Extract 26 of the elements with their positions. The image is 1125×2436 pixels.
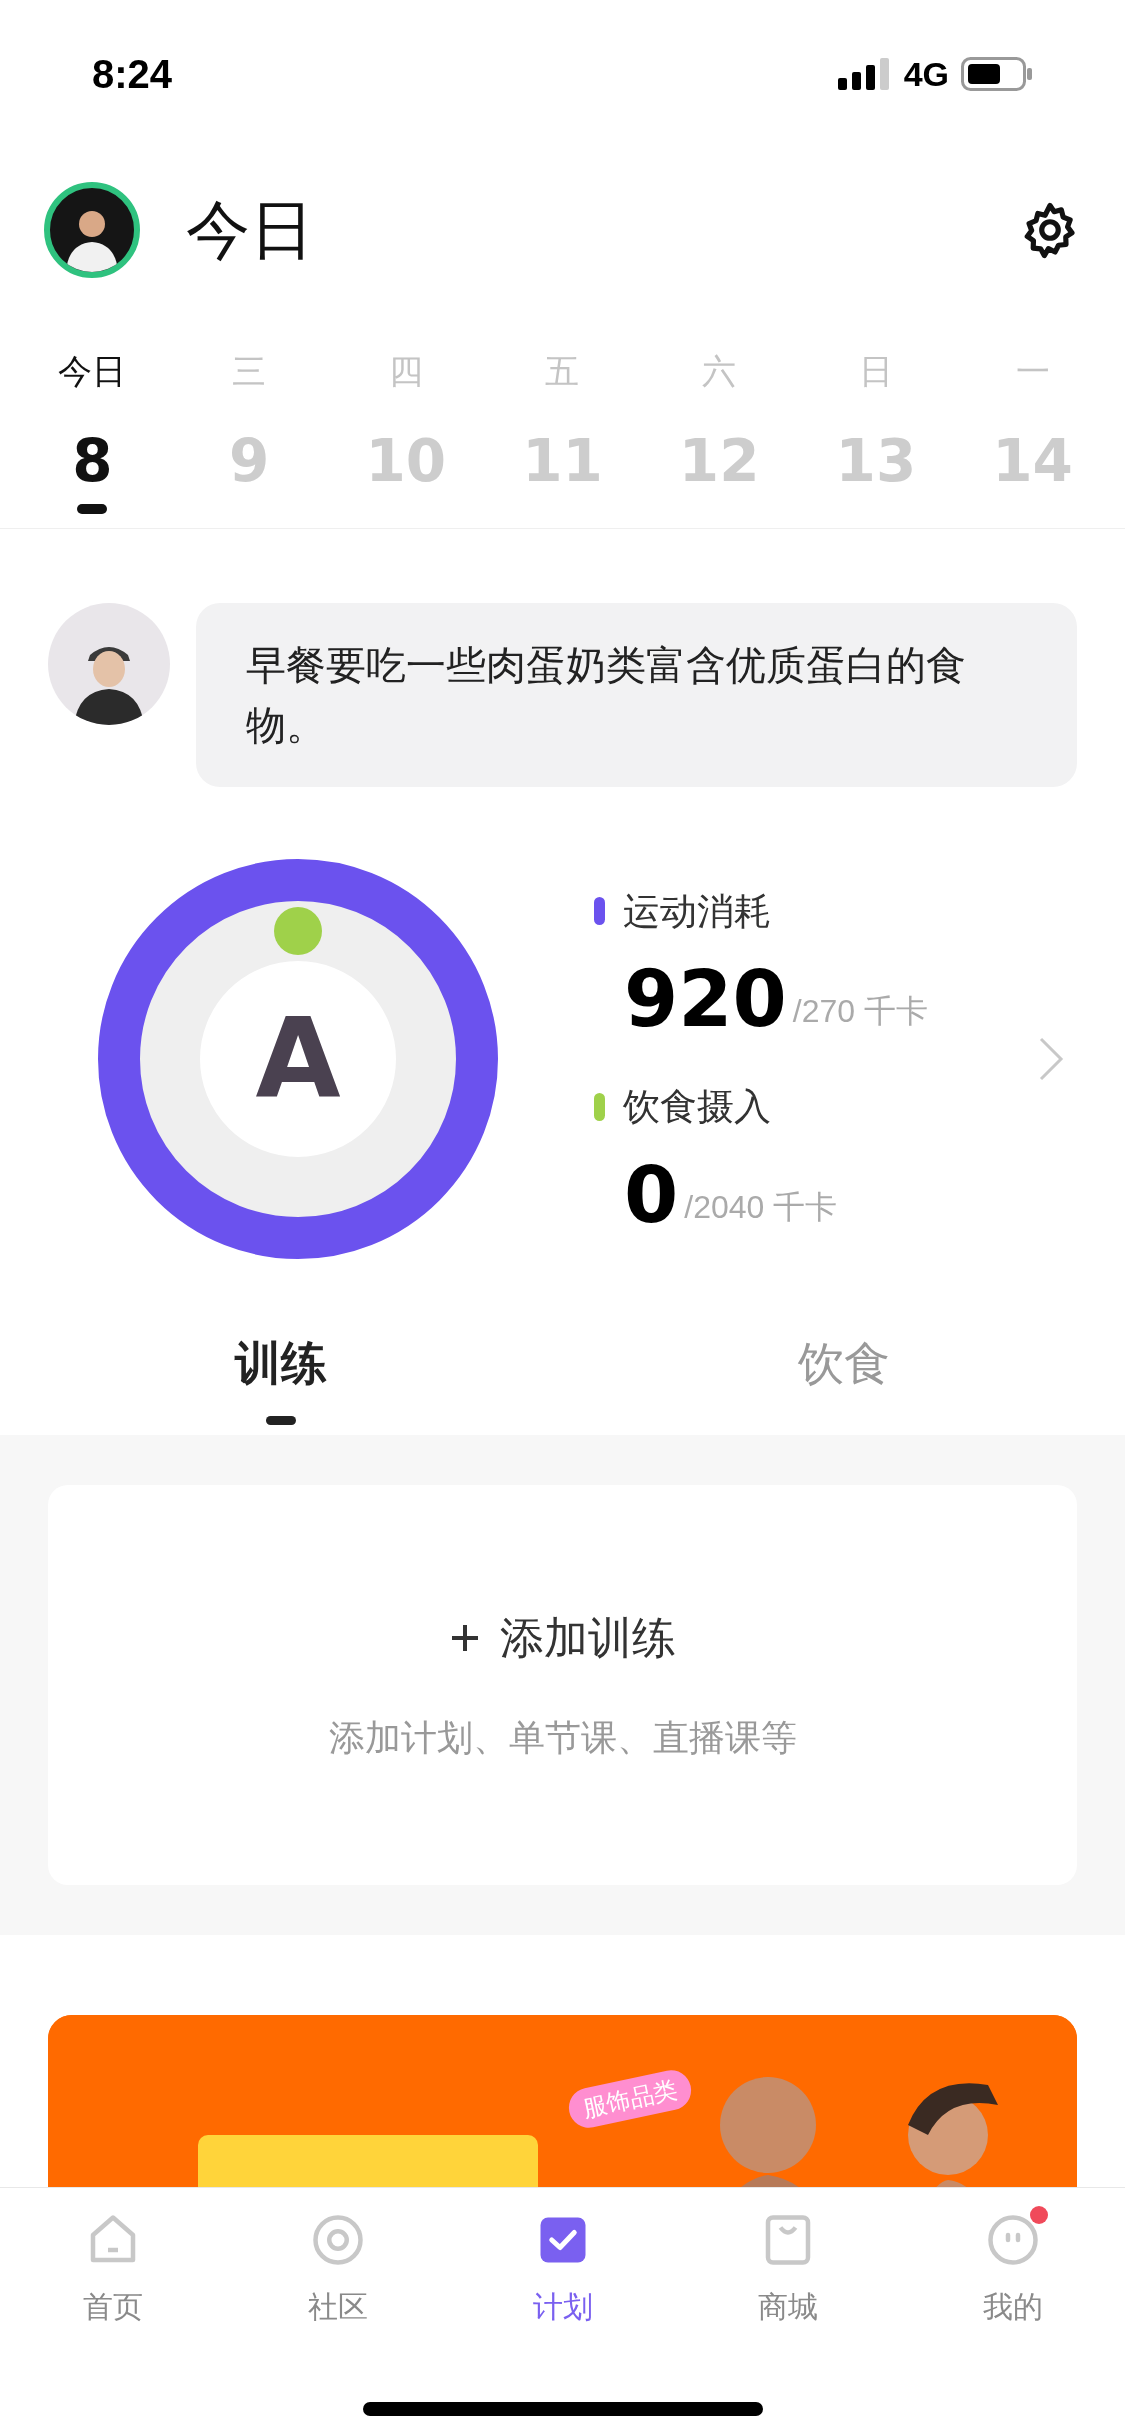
section-tab[interactable]: 训练: [0, 1329, 563, 1425]
nav-tab[interactable]: 首页: [0, 2210, 225, 2329]
battery-icon: [961, 57, 1033, 91]
nav-tab[interactable]: 商城: [675, 2210, 900, 2329]
grade-letter: A: [255, 993, 341, 1125]
page-title: 今日: [186, 193, 314, 268]
status-time: 8:24: [92, 51, 173, 98]
training-card[interactable]: 添加训练 添加计划、单节课、直播课等: [48, 1485, 1077, 1885]
section-tab[interactable]: 饮食: [562, 1329, 1125, 1425]
add-training-label: 添加训练: [499, 1612, 676, 1664]
date-tab[interactable]: 今日 8: [14, 346, 171, 514]
signal-icon: [837, 58, 892, 90]
plus-icon: [449, 1623, 480, 1653]
stat-label: 运动消耗: [623, 889, 771, 934]
nav-tab[interactable]: 计划: [450, 2210, 675, 2329]
network-label: 4G: [903, 53, 949, 95]
stat-target: /270 千卡: [792, 992, 928, 1031]
stat-value: 0: [624, 1154, 679, 1235]
nav-tab[interactable]: 社区: [225, 2210, 450, 2329]
stat-label: 饮食摄入: [623, 1085, 771, 1129]
nav-tab[interactable]: 我的: [900, 2210, 1125, 2329]
stat-target: /2040 千卡: [684, 1187, 838, 1227]
diet-dot: [274, 907, 322, 955]
tip-bubble: 早餐要吃一些肉蛋奶类富含优质蛋白的食物。: [196, 603, 1077, 787]
stat-value: 920: [624, 959, 787, 1039]
training-hint: 添加计划、单节课、直播课等: [328, 1716, 797, 1760]
